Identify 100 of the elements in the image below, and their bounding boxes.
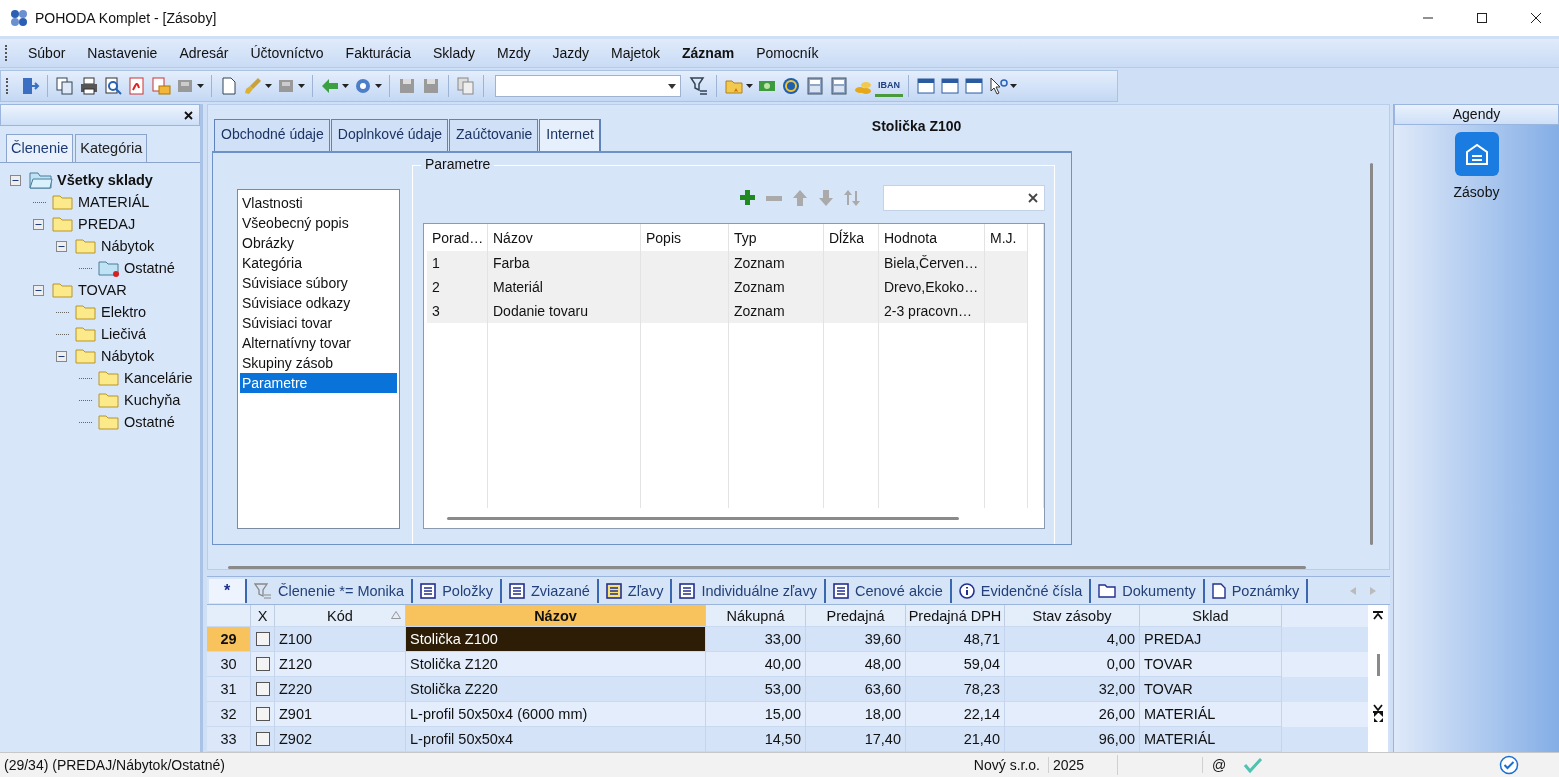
- tree-item[interactable]: Elektro: [101, 304, 147, 320]
- tree-item[interactable]: Všetky sklady: [57, 172, 153, 188]
- list-icon: [605, 582, 622, 599]
- scrollbar-thumb[interactable]: [447, 516, 959, 520]
- tree-item[interactable]: Liečivá: [101, 326, 147, 342]
- table-cell: Dodanie tovaru: [488, 299, 641, 323]
- table-cell: 1: [427, 251, 488, 275]
- detail-tab[interactable]: *: [209, 578, 247, 603]
- tree-item[interactable]: Ostatné: [124, 260, 175, 276]
- menu-item[interactable]: Účtovníctvo: [239, 45, 335, 61]
- menu-item[interactable]: Majetok: [600, 45, 672, 61]
- iban-button[interactable]: IBAN: [875, 75, 903, 97]
- section-list-item[interactable]: Súvisiace odkazy: [240, 293, 397, 313]
- expand-icon[interactable]: [1373, 713, 1383, 722]
- menu-item[interactable]: Súbor: [17, 45, 77, 61]
- tree-item[interactable]: PREDAJ: [78, 216, 136, 232]
- tree-item[interactable]: Nábytok: [101, 348, 155, 364]
- detail-tab[interactable]: Poznámky: [1204, 578, 1309, 603]
- checkbox[interactable]: [255, 682, 270, 696]
- maximize-icon[interactable]: [1476, 12, 1488, 24]
- section-list-item[interactable]: Obrázky: [240, 233, 397, 253]
- column-header[interactable]: Stav zásoby: [1005, 605, 1140, 627]
- tree-item[interactable]: Kuchyňa: [124, 392, 181, 408]
- table-cell: Zoznam: [729, 251, 824, 275]
- tree-line: [33, 201, 46, 203]
- column-header[interactable]: Sklad: [1140, 605, 1282, 627]
- section-list-item[interactable]: Parametre: [240, 373, 397, 393]
- collapse-toggle-icon[interactable]: [33, 284, 46, 296]
- menu-item[interactable]: Adresár: [168, 45, 240, 61]
- checkbox[interactable]: [255, 657, 270, 671]
- menu-item[interactable]: Pomocník: [745, 45, 830, 61]
- column-header[interactable]: Názov: [406, 605, 706, 627]
- row-number[interactable]: 29: [207, 627, 251, 652]
- section-list-item[interactable]: Všeobecný popis: [240, 213, 397, 233]
- checkbox[interactable]: [255, 707, 270, 721]
- form-tab[interactable]: Obchodné údaje: [214, 119, 330, 151]
- section-list-item[interactable]: Vlastnosti: [240, 193, 397, 213]
- menu-item[interactable]: Sklady: [421, 45, 486, 61]
- scroll-top-icon[interactable]: [1373, 611, 1383, 620]
- scrollbar-thumb[interactable]: [1376, 654, 1380, 676]
- detail-tab[interactable]: Evidenčné čísla: [951, 578, 1092, 603]
- form-tab[interactable]: Zaúčtovanie: [449, 119, 539, 151]
- section-list-item[interactable]: Kategória: [240, 253, 397, 273]
- menu-item[interactable]: Fakturácia: [334, 45, 422, 61]
- column-header[interactable]: Predajná DPH: [906, 605, 1005, 627]
- panel-tab[interactable]: Kategória: [75, 134, 148, 162]
- info-icon: [958, 582, 975, 599]
- detail-tab[interactable]: Individuálne zľavy: [672, 578, 826, 603]
- row-number[interactable]: 31: [207, 677, 251, 702]
- close-panel-button[interactable]: [184, 110, 193, 120]
- column-header[interactable]: Nákupná: [706, 605, 806, 627]
- tree-item[interactable]: Ostatné: [124, 414, 175, 430]
- check-icon: [1243, 757, 1263, 773]
- folder-icon: [98, 413, 120, 431]
- tree-item[interactable]: Nábytok: [101, 238, 155, 254]
- detail-tab[interactable]: Dokumenty: [1091, 578, 1205, 603]
- tree-item[interactable]: TOVAR: [78, 282, 127, 298]
- detail-tab[interactable]: Položky: [413, 578, 502, 603]
- collapse-toggle-icon[interactable]: [56, 240, 69, 252]
- detail-tab[interactable]: Cenové akcie: [825, 578, 952, 603]
- row-number[interactable]: 32: [207, 702, 251, 727]
- checkbox[interactable]: [255, 632, 270, 646]
- menu-item[interactable]: Záznam: [671, 45, 746, 61]
- detail-tab[interactable]: Zviazané: [501, 578, 599, 603]
- company-name: Nový s.r.o.: [972, 757, 1041, 773]
- collapse-toggle-icon[interactable]: [56, 350, 69, 362]
- toolbar-combo-box[interactable]: [495, 75, 681, 97]
- scrollbar-thumb[interactable]: [228, 566, 1306, 570]
- scrollbar[interactable]: [1368, 605, 1388, 752]
- warehouse-icon[interactable]: [1454, 132, 1499, 176]
- row-number[interactable]: 33: [207, 727, 251, 752]
- checkbox[interactable]: [255, 732, 270, 746]
- column-header[interactable]: X: [251, 605, 275, 627]
- menu-item[interactable]: Jazdy: [541, 45, 600, 61]
- collapse-toggle-icon[interactable]: [33, 218, 46, 230]
- clear-icon[interactable]: [1028, 193, 1038, 203]
- detail-tab[interactable]: Členenie *= Monika: [247, 578, 414, 603]
- search-field[interactable]: [883, 185, 1045, 211]
- panel-tab[interactable]: Členenie: [6, 134, 74, 162]
- detail-tab[interactable]: Zľavy: [598, 578, 673, 603]
- section-list-item[interactable]: Súvisiaci tovar: [240, 313, 397, 333]
- section-list-item[interactable]: Skupiny zásob: [240, 353, 397, 373]
- row-number[interactable]: 30: [207, 652, 251, 677]
- menu-item[interactable]: Nastavenie: [76, 45, 169, 61]
- form-tab[interactable]: Doplnkové údaje: [330, 119, 449, 151]
- menu-item[interactable]: Mzdy: [485, 45, 542, 61]
- column-header[interactable]: Kód: [275, 605, 406, 627]
- close-icon[interactable]: [1530, 12, 1542, 24]
- column-header[interactable]: Predajná: [806, 605, 906, 627]
- scroll-bottom-icon[interactable]: [1373, 704, 1383, 713]
- collapse-toggle-icon[interactable]: [10, 174, 23, 186]
- tree-item[interactable]: Kancelárie: [124, 370, 193, 386]
- add-icon[interactable]: [739, 189, 757, 207]
- agenda-label[interactable]: Zásoby: [1453, 184, 1500, 200]
- panel-header: Agendy: [1394, 104, 1559, 125]
- scrollbar-thumb[interactable]: [1370, 163, 1373, 545]
- tree-item[interactable]: MATERIÁL: [78, 194, 150, 210]
- section-list-item[interactable]: Alternatívny tovar: [240, 333, 397, 353]
- form-tab[interactable]: Internet: [539, 119, 601, 151]
- section-list-item[interactable]: Súvisiace súbory: [240, 273, 397, 293]
